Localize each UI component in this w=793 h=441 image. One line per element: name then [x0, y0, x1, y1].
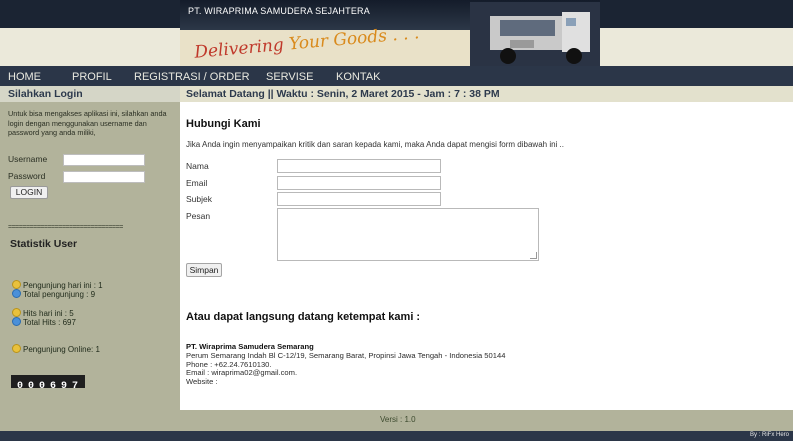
email-label: Email [186, 178, 208, 188]
nav-servise[interactable]: SERVISE [266, 66, 314, 86]
resize-handle-icon[interactable] [530, 252, 537, 259]
password-input[interactable] [63, 171, 145, 183]
company-name: PT. WIRAPRIMA SAMUDERA SEJAHTERA [188, 6, 370, 16]
contact-intro: Jika Anda ingin menyampaikan kritik dan … [186, 140, 564, 149]
main-content: Hubungi Kami Jika Anda ingin menyampaika… [180, 102, 793, 410]
pesan-label: Pesan [186, 211, 211, 221]
nav-home[interactable]: HOME [8, 66, 41, 86]
credit-text: By : RiFx Hero [749, 432, 789, 438]
version-text: Versi : 1.0 [380, 415, 416, 424]
truck-image [470, 2, 600, 66]
subjek-input[interactable] [277, 192, 441, 206]
stats-title: Statistik User [10, 238, 78, 250]
stat-text: Pengunjung Online: 1 [23, 345, 100, 354]
pesan-textarea[interactable] [277, 208, 539, 261]
nama-input[interactable] [277, 159, 441, 173]
users-icon [12, 289, 21, 298]
nama-label: Nama [186, 161, 209, 171]
stat-total-hits: Total Hits : 697 [12, 317, 76, 327]
address-website: Website : [186, 377, 218, 387]
email-input[interactable] [277, 176, 441, 190]
login-panel-title: Silahkan Login [0, 86, 180, 102]
stat-total-visitors: Total pengunjung : 9 [12, 289, 95, 299]
page: PT. WIRAPRIMA SAMUDERA SEJAHTERA Deliver… [0, 0, 793, 441]
login-button[interactable]: LOGIN [10, 186, 48, 199]
info-bar: Selamat Datang || Waktu : Senin, 2 Maret… [180, 86, 793, 102]
counter-digit: 7 [71, 381, 78, 392]
simpan-button[interactable]: Simpan [186, 263, 222, 277]
hit-counter: 000697 [11, 375, 85, 392]
header-right-panel [600, 0, 793, 66]
address-email: Email : wiraprima02@gmail.com. [186, 368, 298, 378]
user-icon [12, 344, 21, 353]
main-nav: HOME PROFIL REGISTRASI / ORDER SERVISE K… [0, 66, 793, 86]
counter-digit: 9 [60, 381, 67, 392]
subjek-label: Subjek [186, 194, 212, 204]
stat-text: Total Hits : 697 [23, 318, 76, 327]
footer: Versi : 1.0 [0, 410, 793, 431]
login-title-text: Silahkan Login [8, 88, 83, 100]
welcome-datetime: Selamat Datang || Waktu : Senin, 2 Maret… [186, 88, 500, 100]
counter-digit: 0 [27, 381, 34, 392]
nav-registrasi-order[interactable]: REGISTRASI / ORDER [134, 66, 250, 86]
header-banner: PT. WIRAPRIMA SAMUDERA SEJAHTERA Deliver… [180, 0, 600, 66]
nav-kontak[interactable]: KONTAK [336, 66, 380, 86]
sidebar: Silahkan Login Untuk bisa mengakses apli… [0, 86, 180, 410]
company-address: PT. Wiraprima Samudera Semarang Perum Se… [186, 342, 505, 387]
bottom-bar: By : RiFx Hero [0, 431, 793, 441]
counter-digit: 6 [49, 381, 56, 392]
visit-heading: Atau dapat langsung datang ketempat kami… [186, 311, 421, 323]
slogan-part-a: Delivering [193, 34, 290, 63]
nav-profil[interactable]: PROFIL [72, 66, 112, 86]
counter-digit: 0 [16, 381, 23, 392]
separator: ================================ [8, 224, 123, 231]
username-input[interactable] [63, 154, 145, 166]
user-icon [12, 280, 21, 289]
stat-text: Total pengunjung : 9 [23, 290, 96, 299]
users-icon [12, 317, 21, 326]
counter-digit: 0 [38, 381, 45, 392]
contact-heading: Hubungi Kami [186, 118, 261, 130]
user-icon [12, 308, 21, 317]
username-label: Username [8, 154, 48, 164]
stat-online: Pengunjung Online: 1 [12, 344, 100, 354]
password-label: Password [8, 171, 46, 181]
login-instructions: Untuk bisa mengakses aplikasi ini, silah… [8, 109, 167, 138]
header: PT. WIRAPRIMA SAMUDERA SEJAHTERA Deliver… [0, 0, 793, 66]
header-left-panel [0, 0, 180, 66]
